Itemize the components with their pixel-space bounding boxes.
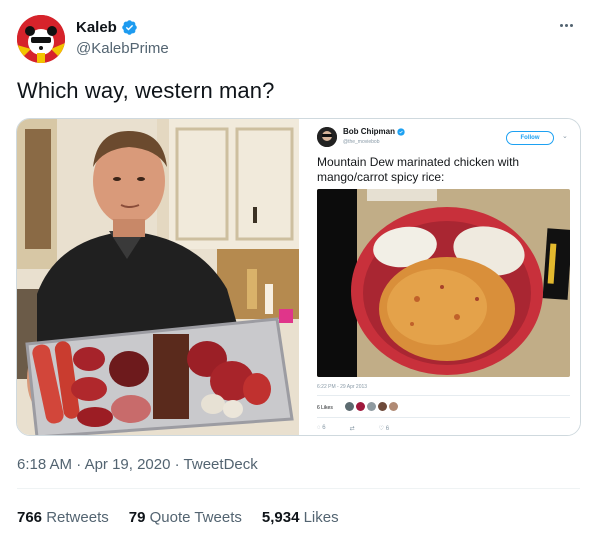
tweet-text: Which way, western man?	[17, 78, 275, 103]
tweet-meta: 6:18 AM · Apr 19, 2020 · TweetDeck	[17, 456, 258, 473]
embedded-chevron-down-icon: ⌄	[562, 133, 568, 140]
author-name-row[interactable]: Kaleb	[76, 19, 138, 36]
meta-separator: ·	[174, 456, 180, 473]
meta-separator: ·	[76, 456, 82, 473]
divider	[17, 488, 580, 489]
embedded-divider	[317, 395, 570, 396]
likes-count: 5,934	[261, 509, 300, 526]
embedded-reply-action: ◌ 6	[317, 425, 326, 432]
liker-avatar-icon	[367, 402, 376, 411]
quote-tweets-stat[interactable]: 79 Quote Tweets	[129, 509, 242, 526]
embedded-likes-label: 6 Likes	[317, 405, 333, 411]
quote-tweets-label: Quote Tweets	[149, 509, 242, 526]
embedded-verified-icon	[397, 127, 405, 136]
photo-man-with-meat-platter	[17, 119, 299, 435]
embedded-food-photo	[317, 189, 570, 377]
likes-stat[interactable]: 5,934 Likes	[262, 509, 339, 526]
likes-label: Likes	[303, 509, 339, 526]
heart-icon: ♡	[378, 426, 385, 432]
embedded-tweet-text: Mountain Dew marinated chicken with mang…	[317, 155, 520, 184]
embedded-reply-count: 6	[322, 425, 326, 431]
embedded-author-avatar	[317, 127, 337, 147]
embedded-timestamp: 6:22 PM - 29 Apr 2013	[317, 384, 368, 390]
quote-tweets-count: 79	[128, 509, 146, 526]
author-handle[interactable]: @KalebPrime	[76, 40, 169, 57]
panda-avatar-icon	[17, 15, 65, 63]
embedded-author-name-row: Bob Chipman	[343, 127, 405, 136]
embedded-like-action: ♡ 6	[379, 425, 389, 432]
embedded-action-bar: ◌ 6 ⇄ ♡ 6	[317, 425, 389, 432]
liker-avatar-icon	[345, 402, 354, 411]
author-avatar[interactable]	[17, 15, 65, 63]
embedded-author-name: Bob Chipman	[343, 127, 395, 136]
tweet-source[interactable]: TweetDeck	[184, 456, 258, 473]
liker-avatar-icon	[356, 402, 365, 411]
media-photo-left[interactable]	[17, 119, 299, 435]
retweets-stat[interactable]: 766 Retweets	[17, 509, 109, 526]
tweet-date[interactable]: Apr 19, 2020	[85, 456, 171, 473]
liker-avatar-icon	[389, 402, 398, 411]
embedded-liker-avatars	[345, 402, 398, 411]
retweets-count: 766	[17, 509, 43, 526]
more-dot-icon	[559, 23, 563, 27]
more-dot-icon	[564, 23, 568, 27]
photo-chicken-and-rice-plate	[317, 189, 570, 377]
tweet-media[interactable]: Bob Chipman @the_moviebob Follow ⌄ Mount…	[16, 118, 581, 436]
tweet-time[interactable]: 6:18 AM	[17, 456, 72, 473]
tweet-card: Kaleb @KalebPrime Which way, western man…	[0, 0, 597, 541]
media-photo-right-embedded-tweet[interactable]: Bob Chipman @the_moviebob Follow ⌄ Mount…	[301, 119, 580, 435]
reply-icon: ◌	[317, 425, 321, 431]
author-display-name[interactable]: Kaleb	[76, 19, 117, 36]
embedded-divider	[317, 417, 570, 418]
embedded-follow-button: Follow	[506, 131, 554, 145]
verified-badge-icon	[122, 20, 137, 35]
embedded-avatar-icon	[317, 127, 337, 147]
retweet-icon: ⇄	[349, 426, 355, 432]
embedded-like-count: 6	[385, 426, 390, 432]
liker-avatar-icon	[378, 402, 387, 411]
embedded-author-handle: @the_moviebob	[343, 139, 380, 145]
tweet-stats: 766 Retweets 79 Quote Tweets 5,934 Likes	[17, 509, 339, 526]
more-options-button[interactable]	[555, 17, 577, 33]
retweets-label: Retweets	[46, 509, 109, 526]
more-dot-icon	[569, 23, 573, 27]
